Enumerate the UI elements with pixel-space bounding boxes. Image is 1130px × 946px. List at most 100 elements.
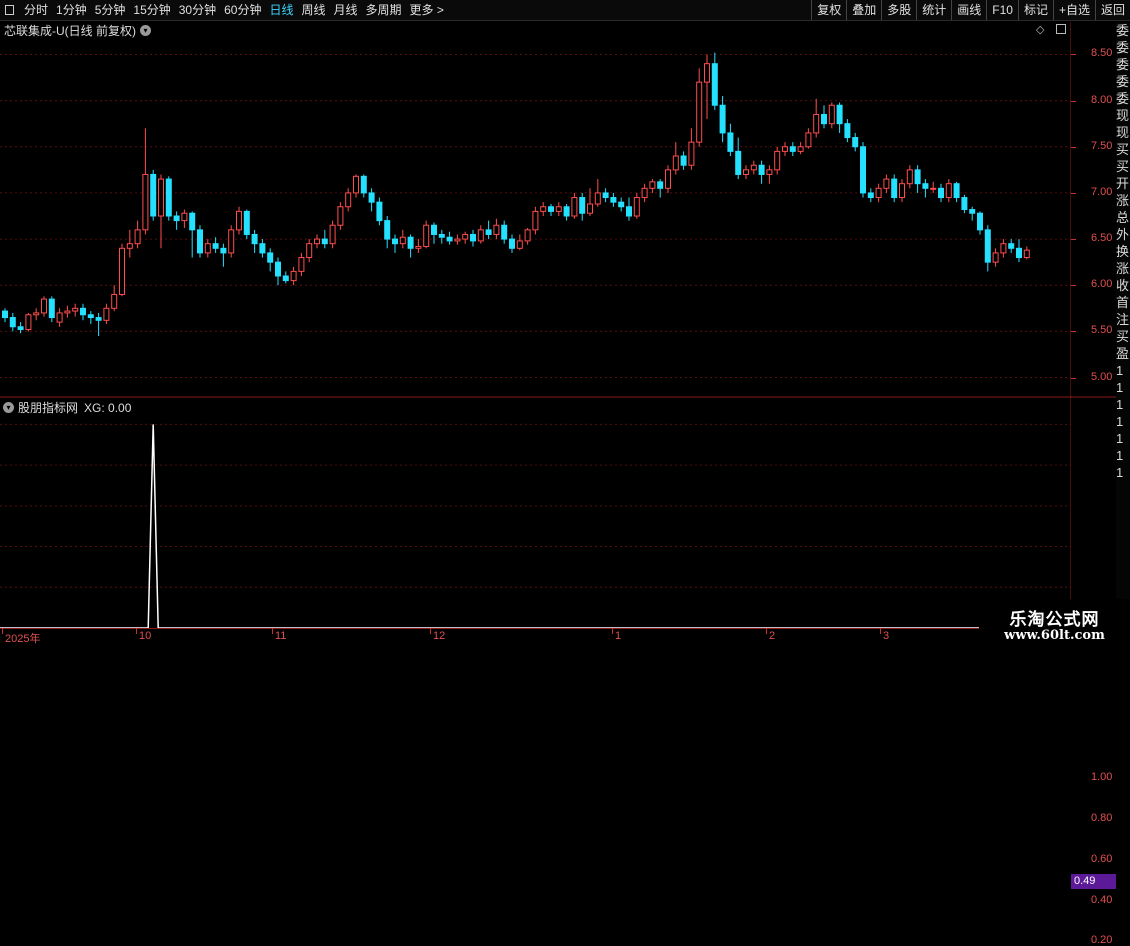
candle-body [711,63,718,106]
candle-body [220,247,227,254]
sidebar-label: 1 [1116,397,1124,412]
candle-body [891,178,898,199]
candle-body [618,201,625,208]
indicator-axis-label: 0.60 [1091,852,1113,865]
date-tick [766,628,767,634]
candle-body [446,236,453,242]
candle-body [797,146,804,152]
quote-sidebar: 委委委委委现现买买开涨总外换涨收首注买盈1111111 [1116,22,1130,650]
sidebar-label: 买 [1116,159,1130,174]
period-tab-1min[interactable]: 1分钟 [52,0,91,20]
mark-button[interactable]: 标记 [1017,0,1053,20]
candle-body [189,212,196,231]
candle-body [337,206,344,226]
candle-body [259,243,266,254]
back-button[interactable]: 返回 [1094,0,1130,20]
candle-body [493,224,500,235]
period-tab-30min[interactable]: 30分钟 [175,0,220,20]
candle-body [789,146,796,152]
diamond-icon[interactable]: ◇ [1036,23,1044,36]
indicator-value: XG: 0.00 [84,400,132,415]
period-tab-fenshi[interactable]: 分时 [20,0,52,20]
candle-body [766,169,773,175]
price-tick [1071,192,1076,194]
sidebar-label: 买 [1116,329,1130,344]
draw-line-button[interactable]: 画线 [951,0,986,20]
candle-body [719,104,726,134]
date-label: 2 [769,630,776,642]
period-tab-daily[interactable]: 日线 [265,0,297,20]
candle-body [992,252,999,263]
candle-body [665,169,671,189]
period-tab-60min[interactable]: 60分钟 [220,0,265,20]
price-tick [1071,285,1076,287]
candle-body [501,224,508,240]
period-tab-weekly[interactable]: 周线 [297,0,329,20]
sidebar-label: 1 [1116,363,1124,378]
candle-body [134,229,141,245]
main-chart-title: 芯联集成-U(日线 前复权) ▾ [4,22,151,39]
candle-body [524,229,531,242]
date-axis: 2025年 10 11 12 1 2 3 [0,628,1116,650]
period-tab-5min[interactable]: 5分钟 [91,0,130,20]
date-tick [136,628,137,634]
period-tab-more[interactable]: 更多 > [406,0,448,20]
date-label: 12 [433,630,446,642]
candle-body [454,238,461,242]
price-label: 5.50 [1091,324,1113,337]
period-tab-monthly[interactable]: 月线 [330,0,362,20]
statistics-button[interactable]: 统计 [916,0,951,20]
candle-body [774,150,781,171]
candle-body [945,183,952,199]
candle-body [805,132,812,148]
period-tab-15min[interactable]: 15分钟 [129,0,174,20]
f10-button[interactable]: F10 [986,0,1018,20]
candle-body [1008,243,1015,249]
candle-body [243,210,250,235]
candle-body [626,206,632,217]
candle-body [743,169,749,175]
sidebar-label: 开 [1116,176,1130,191]
multi-stock-button[interactable]: 多股 [881,0,916,20]
candle-body [758,164,765,175]
add-watchlist-button[interactable]: +自选 [1052,0,1095,20]
chevron-down-icon[interactable]: ▾ [3,402,14,413]
price-label: 8.50 [1091,47,1113,60]
candle-body [587,203,593,214]
price-label: 5.00 [1091,370,1113,383]
date-label: 10 [139,630,152,642]
adjust-button[interactable]: 复权 [811,0,846,20]
panel-toggle-icon[interactable] [5,5,14,15]
candle-body [867,192,874,199]
chevron-down-icon[interactable]: ▾ [140,25,151,36]
candle-body [821,113,827,125]
chart-canvas[interactable] [0,22,1116,650]
candle-body [672,155,679,171]
sidebar-label: 买 [1116,142,1130,157]
indicator-axis: 0.20 0.40 0.60 0.80 1.00 0.49 [1071,398,1116,946]
candle-body [353,175,359,194]
candle-body [540,206,547,212]
candle-body [860,146,866,194]
candle-body [548,206,554,212]
candle-body [275,261,281,277]
overlay-button[interactable]: 叠加 [846,0,881,20]
watermark-logo: 乐淘公式网 www.60lt.com [979,599,1130,650]
candle-body [961,197,968,211]
period-tab-multi[interactable]: 多周期 [362,0,406,20]
candle-body [48,298,55,319]
candle-body [251,233,258,245]
price-label: 6.50 [1091,232,1113,245]
candle-body [899,183,905,199]
candle-body [680,155,687,166]
candle-body [119,247,125,295]
candle-body [368,192,375,203]
price-tick [1071,54,1076,56]
candle-body [594,192,601,205]
candle-body [329,224,336,245]
sidebar-label: 现 [1116,125,1130,140]
price-tick [1071,239,1076,241]
candle-body [64,310,71,314]
candle-body [470,233,476,242]
maximize-icon[interactable] [1056,24,1066,34]
